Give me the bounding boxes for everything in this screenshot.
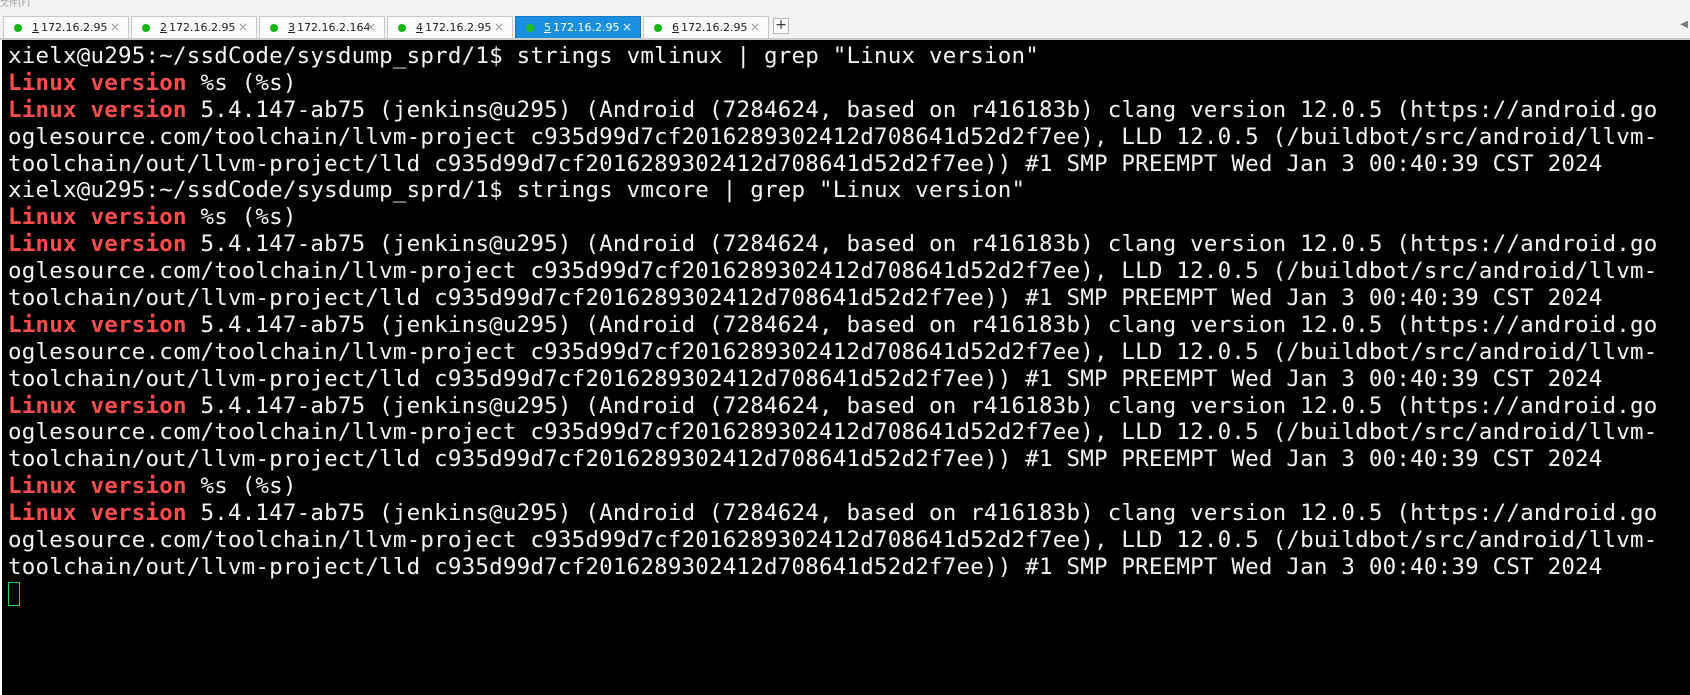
terminal-line: Linux version %s (%s): [8, 473, 1658, 500]
close-tab-icon[interactable]: ×: [622, 20, 632, 34]
terminal-line-text: toolchain/out/llvm-project/lld c935d99d7…: [8, 446, 1603, 473]
session-tab-4[interactable]: 4 172.16.2.95 ×: [387, 16, 513, 38]
terminal-line-text: toolchain/out/llvm-project/lld c935d99d7…: [8, 365, 1603, 392]
grep-match-highlight: Linux version: [8, 311, 187, 338]
session-tab-6[interactable]: 6 172.16.2.95 ×: [643, 16, 769, 38]
terminal-line: Linux version 5.4.147-ab75 (jenkins@u295…: [8, 500, 1658, 527]
tab-host: 172.16.2.164: [297, 21, 371, 34]
grep-match-highlight: Linux version: [8, 231, 187, 258]
terminal-line: toolchain/out/llvm-project/lld c935d99d7…: [8, 366, 1658, 393]
tab-host: 172.16.2.95: [169, 21, 236, 34]
terminal-line-text: toolchain/out/llvm-project/lld c935d99d7…: [8, 285, 1603, 312]
connection-status-dot-icon: [526, 23, 534, 32]
terminal-line-text: toolchain/out/llvm-project/lld c935d99d7…: [8, 150, 1603, 177]
terminal-line: Linux version %s (%s): [8, 70, 1658, 97]
terminal-line-text: %s (%s): [186, 204, 297, 231]
session-tab-3[interactable]: 3 172.16.2.164 ×: [259, 16, 385, 38]
terminal-line: toolchain/out/llvm-project/lld c935d99d7…: [8, 446, 1658, 473]
terminal-line: toolchain/out/llvm-project/lld c935d99d7…: [8, 554, 1658, 581]
scroll-tabs-left-icon[interactable]: ◀: [1680, 19, 1688, 30]
session-tab-2[interactable]: 2 172.16.2.95 ×: [131, 16, 257, 38]
terminal-line-text: xielx@u295:~/ssdCode/sysdump_sprd/1$ str…: [8, 43, 1039, 69]
session-tab-bar: 文件(F) 1 172.16.2.95 × 2 172.16.2.95 × 3 …: [0, 0, 1690, 40]
connection-status-dot-icon: [14, 23, 22, 32]
grep-match-highlight: Linux version: [8, 96, 187, 123]
tab-host: 172.16.2.95: [425, 21, 492, 34]
terminal-line-text: oglesource.com/toolchain/llvm-project c9…: [8, 338, 1658, 365]
terminal-line: Linux version 5.4.147-ab75 (jenkins@u295…: [8, 393, 1658, 420]
terminal-line-text: 5.4.147-ab75 (jenkins@u295) (Android (72…: [186, 500, 1658, 527]
terminal-line-text: xielx@u295:~/ssdCode/sysdump_sprd/1$ str…: [8, 177, 1026, 204]
terminal-line: toolchain/out/llvm-project/lld c935d99d7…: [8, 285, 1658, 312]
terminal-line: oglesource.com/toolchain/llvm-project c9…: [8, 258, 1658, 285]
session-tab-1[interactable]: 1 172.16.2.95 ×: [3, 16, 129, 38]
tab-number: 3: [288, 21, 295, 34]
terminal-line-text: oglesource.com/toolchain/llvm-project c9…: [8, 123, 1658, 150]
terminal-line: oglesource.com/toolchain/llvm-project c9…: [8, 527, 1658, 554]
terminal-line: Linux version %s (%s): [8, 204, 1658, 231]
close-tab-icon[interactable]: ×: [366, 20, 376, 34]
terminal-line: oglesource.com/toolchain/llvm-project c9…: [8, 124, 1658, 151]
grep-match-highlight: Linux version: [8, 500, 187, 527]
connection-status-dot-icon: [142, 23, 150, 32]
add-tab-button[interactable]: +: [773, 18, 789, 34]
close-tab-icon[interactable]: ×: [238, 20, 248, 34]
text-cursor: [8, 581, 20, 606]
terminal-line: Linux version 5.4.147-ab75 (jenkins@u295…: [8, 231, 1658, 258]
terminal-line-text: 5.4.147-ab75 (jenkins@u295) (Android (72…: [186, 231, 1658, 258]
session-tab-5[interactable]: 5 172.16.2.95 ×: [515, 16, 641, 38]
terminal-line-text: %s (%s): [186, 473, 297, 500]
tab-number: 6: [672, 21, 679, 34]
tab-host: 172.16.2.95: [41, 21, 108, 34]
tab-strip: 1 172.16.2.95 × 2 172.16.2.95 × 3 172.16…: [3, 16, 789, 38]
terminal-line-text: 5.4.147-ab75 (jenkins@u295) (Android (72…: [186, 96, 1658, 123]
window-title-fragment: 文件(F): [0, 0, 31, 9]
close-tab-icon[interactable]: ×: [750, 20, 760, 34]
tab-number: 5: [544, 21, 551, 34]
grep-match-highlight: Linux version: [8, 392, 187, 419]
terminal-line-text: 5.4.147-ab75 (jenkins@u295) (Android (72…: [186, 392, 1658, 419]
tab-number: 2: [160, 21, 167, 34]
connection-status-dot-icon: [654, 23, 662, 32]
terminal-line: oglesource.com/toolchain/llvm-project c9…: [8, 339, 1658, 366]
terminal-text: xielx@u295:~/ssdCode/sysdump_sprd/1$ str…: [8, 43, 1658, 608]
terminal-line: oglesource.com/toolchain/llvm-project c9…: [8, 419, 1658, 446]
terminal-line-text: %s (%s): [186, 69, 297, 96]
grep-match-highlight: Linux version: [8, 204, 187, 231]
connection-status-dot-icon: [270, 23, 278, 32]
grep-match-highlight: Linux version: [8, 69, 187, 96]
grep-match-highlight: Linux version: [8, 473, 187, 500]
close-tab-icon[interactable]: ×: [110, 20, 120, 34]
terminal-line-text: toolchain/out/llvm-project/lld c935d99d7…: [8, 553, 1603, 580]
tab-host: 172.16.2.95: [681, 21, 748, 34]
tab-host: 172.16.2.95: [553, 21, 620, 34]
tab-number: 1: [32, 21, 39, 34]
tab-number: 4: [416, 21, 423, 34]
terminal-output[interactable]: xielx@u295:~/ssdCode/sysdump_sprd/1$ str…: [2, 40, 1690, 695]
terminal-line-text: oglesource.com/toolchain/llvm-project c9…: [8, 258, 1658, 285]
connection-status-dot-icon: [398, 23, 406, 32]
terminal-line: Linux version 5.4.147-ab75 (jenkins@u295…: [8, 312, 1658, 339]
terminal-line: xielx@u295:~/ssdCode/sysdump_sprd/1$ str…: [8, 43, 1658, 70]
terminal-line-text: oglesource.com/toolchain/llvm-project c9…: [8, 527, 1658, 554]
prompt-line: [8, 581, 1658, 608]
terminal-line: Linux version 5.4.147-ab75 (jenkins@u295…: [8, 97, 1658, 124]
terminal-line-text: 5.4.147-ab75 (jenkins@u295) (Android (72…: [186, 311, 1658, 338]
close-tab-icon[interactable]: ×: [494, 20, 504, 34]
terminal-line: xielx@u295:~/ssdCode/sysdump_sprd/1$ str…: [8, 177, 1658, 204]
terminal-line-text: oglesource.com/toolchain/llvm-project c9…: [8, 419, 1658, 446]
terminal-line: toolchain/out/llvm-project/lld c935d99d7…: [8, 151, 1658, 178]
